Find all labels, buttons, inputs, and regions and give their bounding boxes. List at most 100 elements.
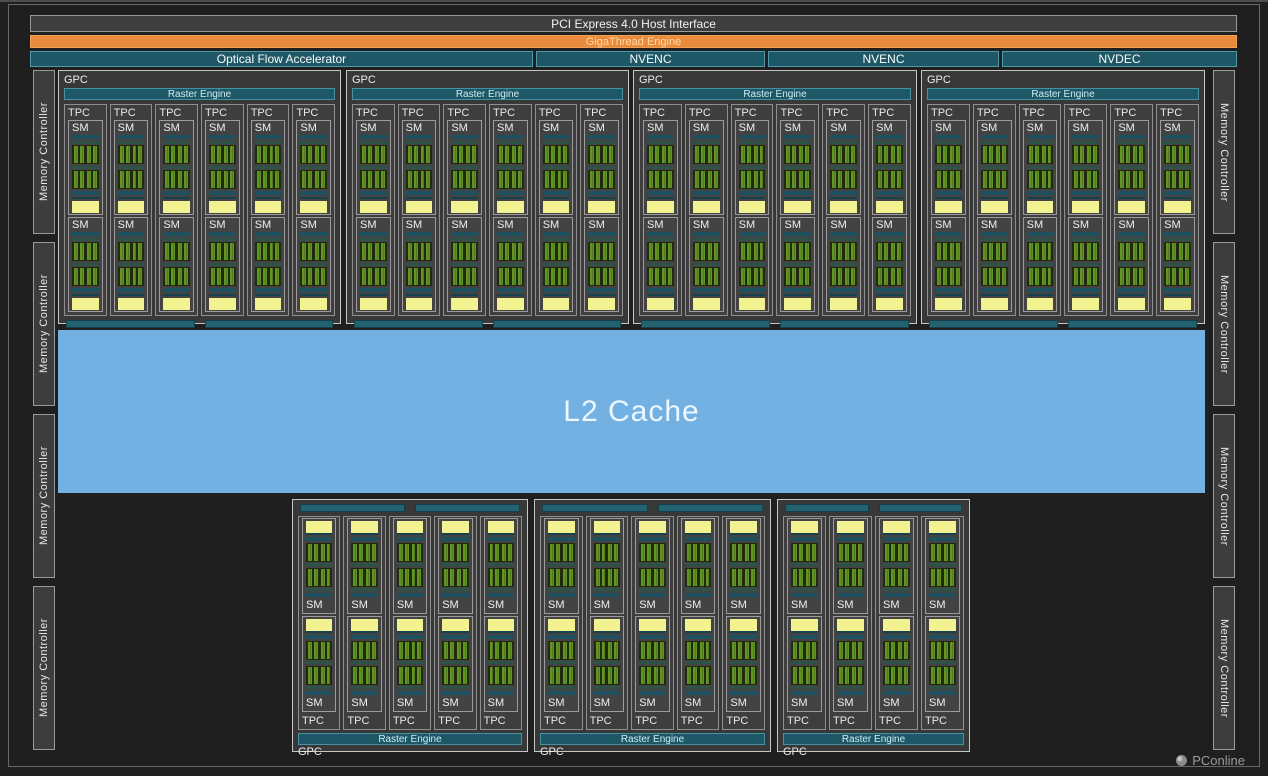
sm-label: SM	[729, 697, 758, 710]
sm-rt-core-block	[791, 619, 818, 631]
core-bar	[80, 171, 84, 188]
core-bar	[1029, 243, 1033, 260]
cuda-core-block	[442, 543, 468, 566]
core-bar	[754, 171, 758, 188]
sm-scheduler-strip	[647, 232, 674, 236]
cuda-core-block	[1118, 238, 1145, 261]
core-bar	[321, 667, 325, 684]
sm-tex-strip	[397, 537, 423, 541]
core-bars	[594, 641, 621, 660]
sm-thin-strip	[72, 294, 99, 296]
core-bar	[184, 268, 188, 285]
sm-rt-core-block	[209, 298, 236, 310]
core-block-header	[1118, 263, 1145, 266]
core-bar	[1166, 171, 1170, 188]
sm-block: SM	[826, 217, 861, 312]
sm-scheduler-strip	[351, 593, 377, 597]
core-bar	[184, 243, 188, 260]
sm-tex-strip	[300, 288, 327, 292]
core-bar	[799, 171, 803, 188]
core-bar	[308, 642, 312, 659]
core-bar	[302, 146, 306, 163]
core-bar	[93, 243, 97, 260]
core-bar	[551, 171, 555, 188]
core-bar	[602, 667, 606, 684]
cuda-core-block	[548, 666, 575, 689]
core-bars	[739, 267, 766, 286]
core-bar	[745, 569, 749, 586]
core-bar	[512, 171, 516, 188]
core-block-header	[1118, 141, 1145, 144]
core-bar	[852, 667, 856, 684]
sm-block: SM	[872, 217, 907, 312]
core-bars	[306, 641, 332, 660]
cuda-core-block	[830, 263, 857, 286]
core-bar	[1087, 146, 1091, 163]
core-bar	[490, 667, 494, 684]
core-block-header	[837, 686, 864, 689]
core-bar	[275, 146, 279, 163]
core-block-header	[488, 588, 514, 591]
core-bar	[596, 171, 600, 188]
core-bar	[950, 171, 954, 188]
cuda-core-block	[488, 568, 514, 591]
sm-label: SM	[836, 697, 865, 710]
sm-block: SM	[931, 120, 966, 215]
sm-block: SM	[114, 217, 149, 312]
core-bar	[839, 544, 843, 561]
sm-rt-core-block	[548, 619, 575, 631]
sm-label: SM	[441, 599, 469, 612]
core-bar	[362, 146, 366, 163]
sm-block: SM	[484, 616, 518, 712]
gpc-bottom-2: SMSMTPCSMSMTPCSMSMTPCSMSMTPCRaster Engin…	[777, 499, 970, 752]
core-bars	[837, 543, 864, 562]
core-bar	[706, 667, 710, 684]
core-bar	[1074, 268, 1078, 285]
core-bar	[93, 146, 97, 163]
sm-scheduler-strip	[784, 135, 811, 139]
cuda-core-block	[306, 666, 332, 689]
core-bar	[1133, 243, 1137, 260]
core-bars	[1118, 145, 1145, 164]
core-bars	[118, 267, 145, 286]
core-bars	[1072, 242, 1099, 261]
cuda-core-block	[685, 641, 712, 664]
crossbar-strip	[354, 320, 483, 328]
sm-scheduler-strip	[118, 232, 145, 236]
sm-scheduler-strip	[791, 691, 818, 695]
core-bars	[693, 242, 720, 261]
crossbar-strip-row	[542, 504, 763, 512]
core-block-header	[1027, 263, 1054, 266]
core-bar	[741, 146, 745, 163]
core-block-header	[406, 263, 433, 266]
sm-block: SM	[438, 616, 472, 712]
sm-tex-strip	[72, 288, 99, 292]
cuda-core-block	[1164, 238, 1191, 261]
sm-scheduler-strip	[685, 593, 712, 597]
sm-rt-core-block	[1118, 298, 1145, 310]
core-bar	[760, 171, 764, 188]
core-bars	[981, 242, 1008, 261]
sm-rt-core-block	[588, 201, 615, 213]
core-bar	[321, 642, 325, 659]
sm-thin-strip	[639, 631, 666, 633]
l2-cache-block: L2 Cache	[58, 330, 1205, 493]
sm-thin-strip	[497, 294, 524, 296]
sm-block: SM	[251, 217, 286, 312]
sm-rt-core-block	[647, 201, 674, 213]
core-bar	[706, 544, 710, 561]
sm-rt-core-block	[497, 298, 524, 310]
core-block-header	[163, 263, 190, 266]
sm-thin-strip	[406, 294, 433, 296]
core-bars	[1164, 145, 1191, 164]
core-bar	[654, 667, 658, 684]
core-bars	[406, 145, 433, 164]
core-bar	[308, 243, 312, 260]
sm-tex-strip	[685, 537, 712, 541]
crossbar-strip-row	[785, 504, 962, 512]
sm-rt-core-block	[1118, 201, 1145, 213]
core-bar	[799, 268, 803, 285]
core-bar	[754, 243, 758, 260]
sm-thin-strip	[639, 533, 666, 535]
cuda-core-block	[639, 641, 666, 664]
